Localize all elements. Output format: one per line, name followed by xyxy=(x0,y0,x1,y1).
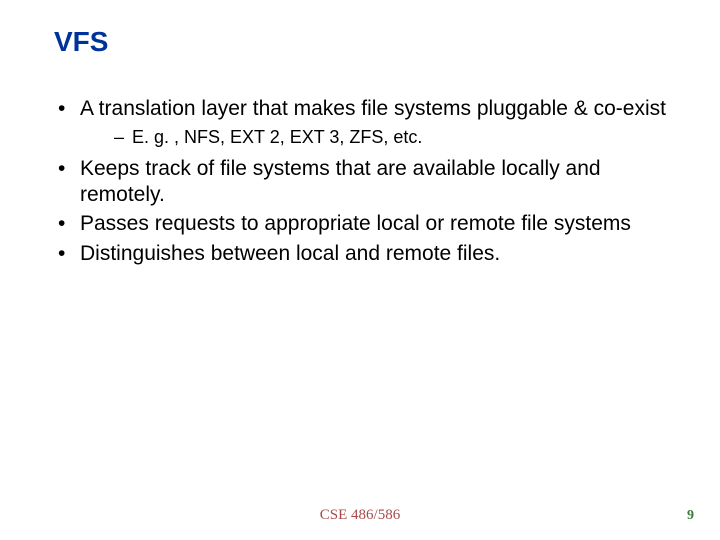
bullet-list: A translation layer that makes file syst… xyxy=(54,96,680,267)
bullet-item: Keeps track of file systems that are ava… xyxy=(54,156,680,207)
bullet-item: A translation layer that makes file syst… xyxy=(54,96,680,148)
bullet-text: Keeps track of file systems that are ava… xyxy=(80,157,601,206)
footer-course: CSE 486/586 xyxy=(0,507,720,524)
sub-bullet-text: E. g. , NFS, EXT 2, EXT 3, ZFS, etc. xyxy=(132,127,422,147)
bullet-text: A translation layer that makes file syst… xyxy=(80,97,666,120)
bullet-text: Distinguishes between local and remote f… xyxy=(80,242,500,265)
slide-body: A translation layer that makes file syst… xyxy=(54,96,680,271)
page-number: 9 xyxy=(687,508,694,524)
bullet-text: Passes requests to appropriate local or … xyxy=(80,212,631,235)
slide: VFS A translation layer that makes file … xyxy=(0,0,720,540)
bullet-item: Passes requests to appropriate local or … xyxy=(54,211,680,237)
sub-bullet-item: E. g. , NFS, EXT 2, EXT 3, ZFS, etc. xyxy=(80,126,680,149)
sub-bullet-list: E. g. , NFS, EXT 2, EXT 3, ZFS, etc. xyxy=(80,126,680,149)
bullet-item: Distinguishes between local and remote f… xyxy=(54,241,680,267)
slide-title: VFS xyxy=(54,26,108,58)
